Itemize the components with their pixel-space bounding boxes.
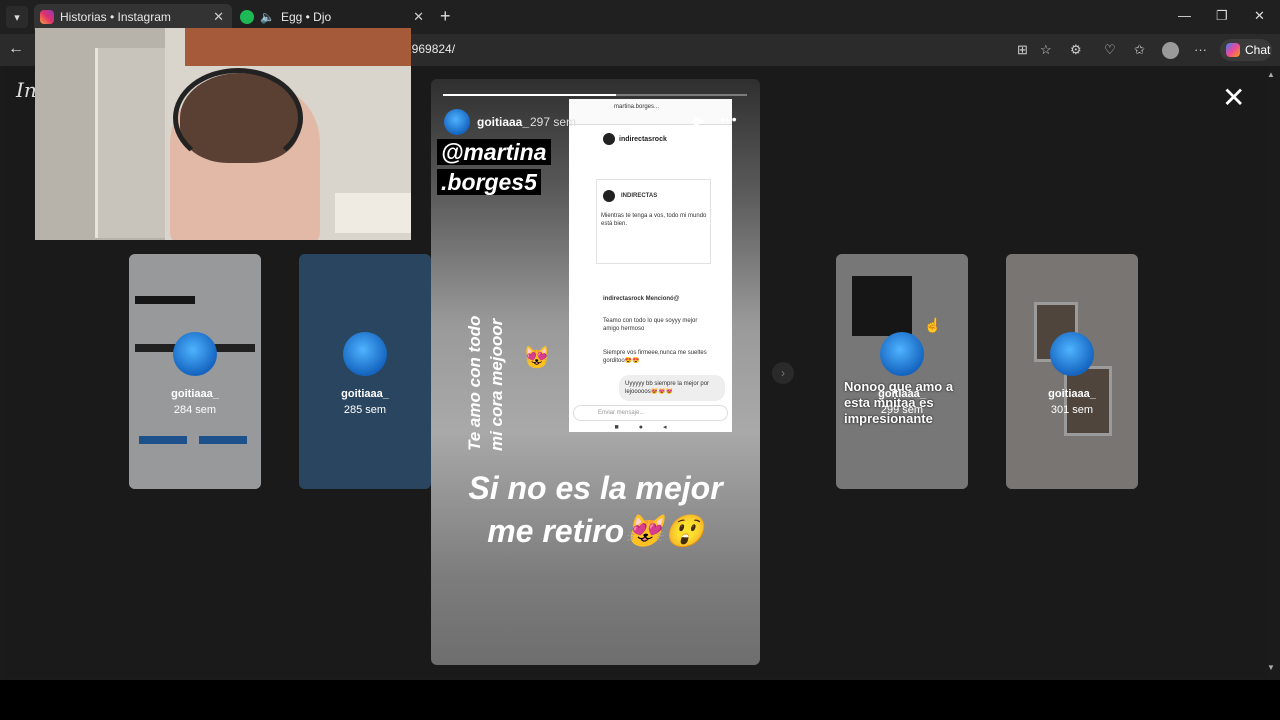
mention-line: .borges5 [437,169,541,195]
caption-line: mi cora mejooor [487,318,506,451]
favorites-icon[interactable]: ✩ [1134,42,1145,58]
caption-line: Si no es la mejor [468,470,723,506]
webcam-overlay [35,28,411,240]
story-preview-card[interactable]: goitiaaa_ 284 sem [129,254,261,489]
story-age: 284 sem [173,404,217,416]
story-caption: Si no es la mejor me retiro😻😲 [431,467,760,553]
user-avatar [343,332,387,376]
composer-placeholder: Enviar mensaje... [598,410,645,416]
user-avatar [880,332,924,376]
mention-sticker[interactable]: @martina .borges5 [437,137,557,197]
next-story-arrow[interactable]: › [772,362,794,384]
webcam-background [95,48,165,238]
shared-post: INDIRECTAS Mientras te tenga a vos, todo… [596,179,711,264]
story-age: 299 sem [880,404,924,416]
brand-icon [603,190,615,202]
chat-label: Chat [1245,43,1271,57]
heart-eyes-cat-emoji: 😻 [523,345,551,370]
story-author-username[interactable]: goitiaaa_ [477,115,529,129]
tab-title: Egg • Djo [280,10,332,24]
maximize-icon[interactable]: ❐ [1216,8,1228,24]
minimize-icon[interactable]: — [1178,8,1191,23]
active-story[interactable]: martina.borges... indirectasrock INDIREC… [431,79,760,665]
dm-screenshot: martina.borges... indirectasrock INDIREC… [569,99,732,432]
more-icon[interactable]: ··· [1194,42,1207,57]
copilot-chat-button[interactable]: Chat [1220,39,1272,61]
browser-window: ▾ Historias • Instagram ✕ 🔈 Egg • Djo ✕ … [0,0,1280,680]
new-tab-button[interactable]: + [440,6,451,27]
message: Siempre vos firmeee,nunca me sueltes gor… [603,350,707,364]
instagram-icon [40,10,54,24]
post-brand: INDIRECTAS [621,193,658,199]
account-icon [603,133,615,145]
tab-instagram[interactable]: Historias • Instagram ✕ [34,4,232,30]
copilot-icon [1226,43,1240,57]
reply-bubble: Uyyyyy bb siempre la mejor por lejooooos… [619,375,725,401]
message-composer: Enviar mensaje... [573,405,728,421]
story-username: goitiaaa_ [341,388,389,400]
webcam-background [185,28,411,66]
story-age: 297 sem [530,115,577,129]
speaker-icon[interactable]: 🔈 [260,10,275,24]
story-username: goitiaaa_ [878,388,926,400]
story-username: goitiaaa_ [1048,388,1096,400]
mouse-cursor-icon: ☝ [924,317,942,333]
headset [173,68,303,168]
story-preview-card[interactable]: goitiaaa_ 285 sem [299,254,431,489]
mention-line: @martina [437,139,551,165]
close-tab-icon[interactable]: ✕ [213,9,224,25]
reply-text: Uyyyyy bb siempre la mejor por lejooooos… [625,381,710,395]
scrollbar-up-arrow[interactable]: ▲ [1267,70,1275,79]
tab-actions-menu[interactable]: ▾ [6,6,28,28]
spotify-icon [240,10,254,24]
scrollbar-down-arrow[interactable]: ▼ [1267,663,1275,672]
back-arrow-icon[interactable]: ← [8,40,24,58]
story-age: 301 sem [1050,404,1094,416]
extensions-icon[interactable]: ⚙ [1070,42,1082,58]
close-stories-icon[interactable]: ✕ [1222,84,1245,112]
story-age: 285 sem [343,404,387,416]
dm-header: martina.borges... [569,99,732,125]
message: Teamo con todo lo que soyyy mejor amigo … [603,318,698,332]
profile-avatar[interactable] [1162,42,1179,59]
play-icon[interactable]: ▶ [694,112,705,129]
user-avatar [173,332,217,376]
browser-essentials-icon[interactable]: ♡ [1104,42,1116,58]
address-bar[interactable]: 1969824/ [405,42,455,56]
android-nav-bar: ■●◂ [614,424,687,431]
favorite-star-icon[interactable]: ☆ [1040,42,1052,58]
instagram-logo[interactable]: In [16,78,37,102]
progress-fill [443,94,617,96]
more-options-icon[interactable]: ••• [720,111,738,127]
vertical-caption: Te amo con todo mi cora mejooor [464,271,508,451]
story-preview-card[interactable]: goitiaaa_ 301 sem [1006,254,1138,489]
story-progress-bar [443,94,747,96]
apps-icon[interactable]: ⊞ [1017,42,1028,58]
story-author-avatar[interactable] [444,109,470,135]
dm-account: indirectasrock [619,136,667,143]
close-tab-icon[interactable]: ✕ [413,9,424,25]
close-window-icon[interactable]: ✕ [1254,8,1265,24]
mention-note: indirectasrock Mencionó@ [603,296,680,302]
tab-spotify[interactable]: 🔈 Egg • Djo ✕ [234,4,432,30]
tab-title: Historias • Instagram [60,10,171,24]
story-preview-card[interactable]: Nonoo que amo a esta mnitaa es impresion… [836,254,968,489]
preview-caption: Nonoo que amo a esta mnitaa es impresion… [844,379,954,426]
user-avatar [1050,332,1094,376]
dm-header-name: martina.borges... [614,104,660,110]
caption-line: me retiro😻😲 [487,513,704,549]
story-username: goitiaaa_ [171,388,219,400]
webcam-background [335,193,411,233]
post-text: Mientras te tenga a vos, todo mi mundo e… [601,213,707,227]
caption-line: Te amo con todo [465,315,484,451]
